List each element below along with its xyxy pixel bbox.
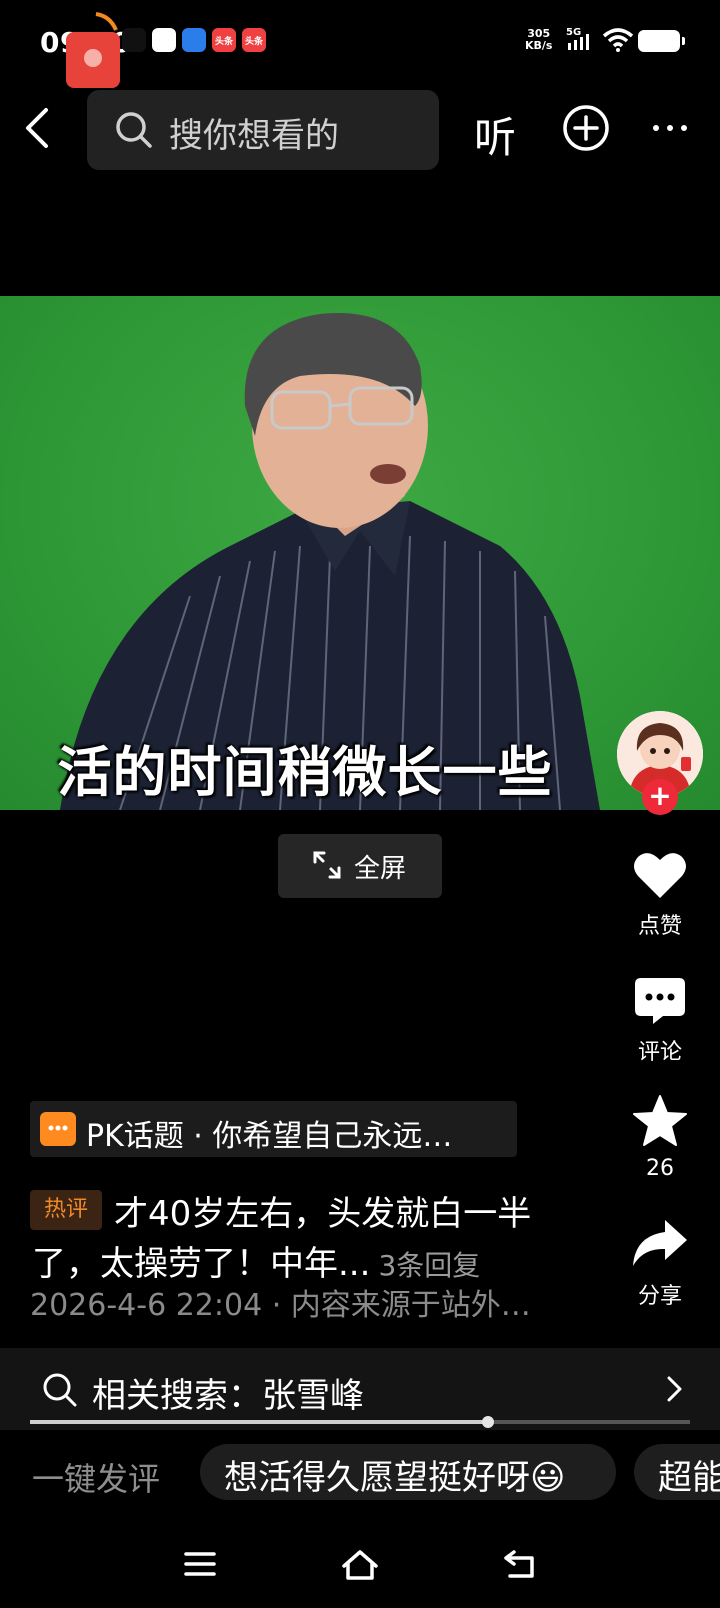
comment-button[interactable]: 评论	[610, 976, 710, 1066]
listen-button[interactable]: 听	[474, 104, 516, 165]
hot-comment-line2[interactable]: 了，太操劳了！中年... 3条回复	[32, 1236, 480, 1285]
progress-fill	[30, 1420, 489, 1424]
pk-topic-text: PK话题 · 你希望自己永远…	[86, 1119, 453, 1154]
fullscreen-button[interactable]: 全屏	[278, 834, 442, 898]
add-button[interactable]	[562, 104, 610, 152]
related-search-text: 相关搜索：张雪峰	[92, 1376, 364, 1416]
hot-comment-line2-text: 了，太操劳了！中年...	[32, 1244, 371, 1284]
like-button[interactable]: 点赞	[610, 850, 710, 940]
search-placeholder: 搜你想看的	[169, 116, 339, 156]
hot-comment-line1[interactable]: 才40岁左右，头发就白一半	[114, 1186, 531, 1235]
follow-plus-button[interactable]: +	[642, 779, 678, 815]
blue-app-icon	[182, 28, 206, 52]
like-label: 点赞	[637, 914, 682, 939]
quick-comment-label: 一键发评	[32, 1460, 161, 1498]
pk-topic-bar[interactable]: PK话题 · 你希望自己永远…	[30, 1101, 517, 1157]
progress-scrubber[interactable]	[482, 1416, 495, 1428]
tiktok-icon	[122, 28, 146, 52]
network-speed: 305 KB/s	[525, 28, 552, 52]
search-icon	[116, 112, 152, 148]
favorite-button[interactable]: 26	[610, 1094, 710, 1181]
search-icon	[43, 1373, 77, 1407]
notification-icons: 头条 头条	[122, 28, 266, 52]
cellular-signal-icon: 5G	[566, 27, 589, 50]
comment-label: 评论	[637, 1040, 682, 1065]
expand-icon	[313, 851, 341, 879]
star-icon	[633, 1095, 687, 1146]
comment-icon	[635, 978, 685, 1024]
share-arrow-icon	[633, 1220, 687, 1266]
back-button[interactable]	[18, 100, 58, 156]
hot-comment-badge: 热评	[30, 1190, 102, 1230]
more-options-button[interactable]	[650, 113, 690, 143]
status-bar: 09:40 头条 头条 305 KB/s 5G	[0, 0, 720, 88]
signal-5g-label: 5G	[566, 27, 581, 38]
video-progress-bar[interactable]	[30, 1416, 690, 1428]
post-meta: 2026-4-6 22:04 · 内容来源于站外…	[30, 1288, 531, 1323]
wifi-icon	[602, 28, 634, 52]
related-search-bar[interactable]: 相关搜索：张雪峰	[0, 1348, 720, 1430]
favorite-count: 26	[646, 1156, 674, 1181]
system-navigation-bar	[0, 1530, 720, 1608]
heart-icon	[634, 853, 686, 898]
reply-count[interactable]: 3条回复	[378, 1249, 480, 1282]
quick-comment-chip[interactable]: 想活得久愿望挺好呀😃	[200, 1444, 616, 1500]
back-nav-icon[interactable]	[502, 1548, 538, 1580]
home-icon[interactable]	[340, 1548, 380, 1582]
share-label: 分享	[637, 1284, 682, 1309]
toutiao-lite-icon: 头条	[212, 28, 236, 52]
chevron-right-icon	[667, 1376, 682, 1402]
search-input[interactable]: 搜你想看的	[87, 90, 439, 170]
topic-chat-icon	[40, 1112, 76, 1146]
menu-icon[interactable]	[182, 1548, 218, 1580]
video-subtitle: 活的时间稍微长一些	[57, 741, 553, 804]
quick-comment-chip[interactable]: 超能	[634, 1444, 720, 1500]
battery-icon	[638, 30, 685, 52]
video-player[interactable]: 活的时间稍微长一些	[0, 296, 720, 810]
network-speed-unit: KB/s	[525, 39, 553, 52]
fullscreen-label: 全屏	[354, 854, 407, 884]
green-app-icon	[152, 28, 176, 52]
share-button[interactable]: 分享	[610, 1218, 710, 1310]
floating-red-packet-icon[interactable]	[66, 10, 122, 90]
toutiao-icon: 头条	[242, 28, 266, 52]
